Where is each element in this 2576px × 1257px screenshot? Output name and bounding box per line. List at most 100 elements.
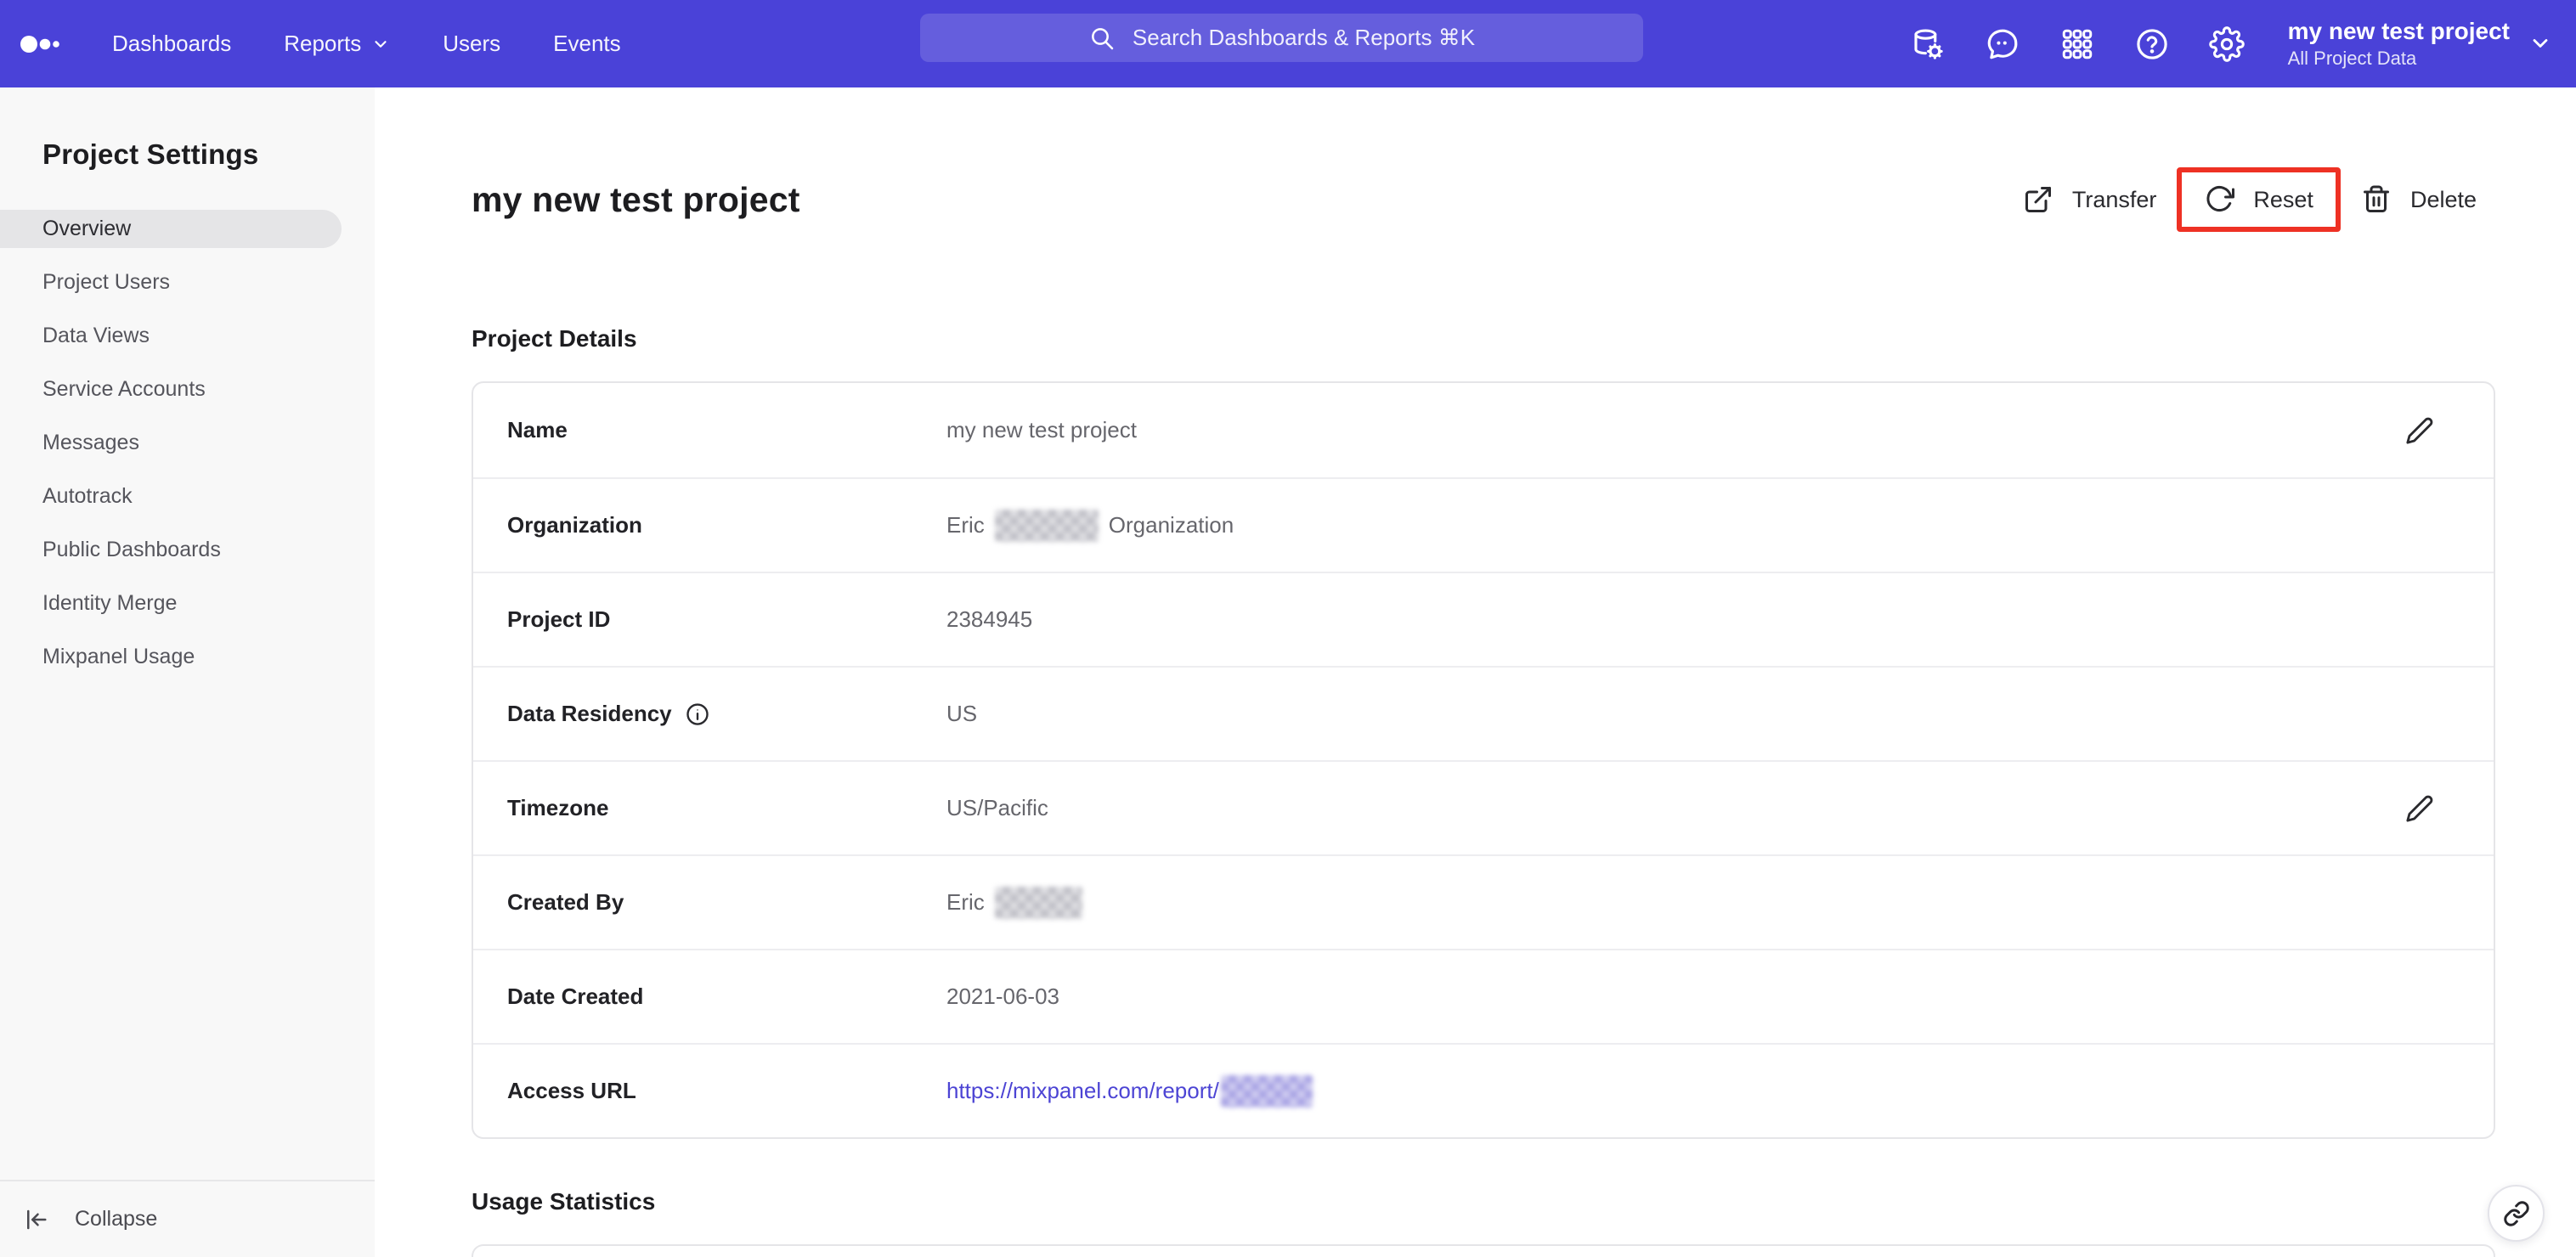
main-content: my new test project Transfer Reset Delet… xyxy=(375,87,2576,1257)
row-label: Timezone xyxy=(507,795,609,820)
search-placeholder: Search Dashboards & Reports ⌘K xyxy=(1132,25,1476,50)
access-url-link[interactable]: https://mixpanel.com/report/ xyxy=(946,1078,1219,1104)
reset-button[interactable]: Reset xyxy=(2182,172,2336,227)
redacted-text xyxy=(994,886,1082,919)
row-label: Access URL xyxy=(507,1078,636,1103)
table-row-access-url: Access URL https://mixpanel.com/report/ xyxy=(473,1043,2494,1137)
created-by-prefix: Eric xyxy=(946,889,985,915)
row-label: Name xyxy=(507,417,568,442)
row-value: 2384945 xyxy=(946,606,1033,632)
sidebar-item-overview[interactable]: Overview xyxy=(0,210,342,248)
current-project-name: my new test project xyxy=(2287,18,2510,45)
nav-item-events[interactable]: Events xyxy=(553,31,621,57)
sidebar-item-label: Mixpanel Usage xyxy=(42,645,195,668)
data-residency-info-button[interactable] xyxy=(685,702,710,727)
mixpanel-logo-icon[interactable] xyxy=(19,25,73,63)
sidebar-item-label: Identity Merge xyxy=(42,591,178,615)
project-details-card: Name my new test project Organization Er… xyxy=(472,381,2495,1139)
sidebar-item-data-views[interactable]: Data Views xyxy=(0,317,342,355)
org-value-prefix: Eric xyxy=(946,512,985,538)
row-label: Organization xyxy=(507,512,642,538)
sidebar-item-label: Public Dashboards xyxy=(42,538,221,561)
pencil-icon xyxy=(2406,795,2433,822)
project-switcher[interactable]: my new test project All Project Data xyxy=(2288,18,2552,69)
search-input[interactable]: Search Dashboards & Reports ⌘K xyxy=(920,14,1643,62)
chevron-down-icon xyxy=(2533,39,2548,48)
table-row-data-residency: Data Residency US xyxy=(473,666,2494,760)
delete-button[interactable]: Delete xyxy=(2342,167,2495,232)
table-row-name: Name my new test project xyxy=(473,383,2494,477)
row-label: Created By xyxy=(507,889,624,915)
edit-timezone-button[interactable] xyxy=(2404,792,2436,825)
search-icon xyxy=(1091,27,1114,49)
help-circle-icon xyxy=(2136,28,2167,59)
row-value: Eric xyxy=(946,886,1082,919)
row-value: 2021-06-03 xyxy=(946,984,1059,1009)
transfer-button[interactable]: Transfer xyxy=(2004,167,2176,232)
feedback-button[interactable] xyxy=(1984,25,2021,63)
transfer-label: Transfer xyxy=(2071,186,2157,212)
sidebar-item-messages[interactable]: Messages xyxy=(0,424,342,462)
nav-item-dashboards[interactable]: Dashboards xyxy=(112,31,231,57)
table-row-organization: Organization Eric Organization xyxy=(473,477,2494,572)
sidebar-item-label: Messages xyxy=(42,431,139,454)
row-value: US xyxy=(946,701,978,726)
top-navbar: Dashboards Reports Users Events Search D… xyxy=(0,0,2576,87)
sidebar-item-project-users[interactable]: Project Users xyxy=(0,263,342,302)
nav-item-reports[interactable]: Reports xyxy=(284,31,390,57)
reset-icon xyxy=(2206,186,2235,212)
org-value-suffix: Organization xyxy=(1108,512,1234,538)
table-row-timezone: Timezone US/Pacific xyxy=(473,760,2494,854)
link-icon xyxy=(2503,1200,2529,1226)
settings-button[interactable] xyxy=(2208,25,2246,63)
sidebar-item-autotrack[interactable]: Autotrack xyxy=(0,477,342,516)
help-button[interactable] xyxy=(2133,25,2171,63)
info-icon xyxy=(686,702,709,725)
primary-nav: Dashboards Reports Users Events xyxy=(112,31,674,57)
project-details-heading: Project Details xyxy=(472,325,637,352)
sidebar-item-label: Overview xyxy=(42,217,132,240)
transfer-icon xyxy=(2025,187,2051,212)
nav-item-label: Reports xyxy=(284,31,362,56)
sidebar-item-public-dashboards[interactable]: Public Dashboards xyxy=(0,531,342,569)
sidebar-item-identity-merge[interactable]: Identity Merge xyxy=(0,584,342,623)
navbar-right-cluster: my new test project All Project Data xyxy=(1909,0,2552,87)
project-actions: Transfer Reset Delete xyxy=(2004,167,2495,232)
sidebar-item-mixpanel-usage[interactable]: Mixpanel Usage xyxy=(0,638,342,676)
nav-item-label: Users xyxy=(443,31,501,56)
reset-label: Reset xyxy=(2253,186,2313,212)
current-project-scope: All Project Data xyxy=(2287,48,2417,70)
row-value: my new test project xyxy=(946,417,1137,442)
redacted-text xyxy=(1220,1074,1313,1108)
delete-label: Delete xyxy=(2409,186,2477,212)
sidebar-item-label: Service Accounts xyxy=(42,377,206,401)
row-value: US/Pacific xyxy=(946,795,1048,820)
trash-icon xyxy=(2363,185,2389,212)
row-value: Eric Organization xyxy=(946,509,1234,542)
collapse-sidebar-button[interactable]: Collapse xyxy=(0,1180,375,1257)
copy-link-button[interactable] xyxy=(2488,1185,2545,1242)
collapse-label: Collapse xyxy=(75,1207,158,1231)
chevron-down-icon xyxy=(375,40,387,48)
sidebar-item-label: Data Views xyxy=(42,324,150,347)
database-gear-icon xyxy=(1914,29,1943,59)
data-management-button[interactable] xyxy=(1909,25,1946,63)
row-label: Data Residency xyxy=(473,701,946,727)
grid-icon xyxy=(2062,29,2092,59)
edit-name-button[interactable] xyxy=(2404,414,2436,447)
table-row-project-id: Project ID 2384945 xyxy=(473,572,2494,666)
nav-item-label: Dashboards xyxy=(112,31,232,56)
settings-sidebar: Project Settings Overview Project Users … xyxy=(0,87,375,1257)
usage-statistics-card xyxy=(472,1244,2495,1257)
sidebar-item-label: Project Users xyxy=(42,270,171,294)
nav-item-users[interactable]: Users xyxy=(443,31,500,57)
usage-statistics-heading: Usage Statistics xyxy=(472,1188,656,1215)
row-value: https://mixpanel.com/report/ xyxy=(946,1074,1313,1108)
apps-grid-button[interactable] xyxy=(2059,25,2096,63)
table-row-date-created: Date Created 2021-06-03 xyxy=(473,949,2494,1043)
page-header: my new test project Transfer Reset Delet… xyxy=(472,167,2495,232)
message-bubble-icon xyxy=(1987,29,2017,59)
sidebar-item-service-accounts[interactable]: Service Accounts xyxy=(0,370,342,409)
sidebar-item-label: Autotrack xyxy=(42,484,133,508)
row-label: Project ID xyxy=(507,606,611,632)
